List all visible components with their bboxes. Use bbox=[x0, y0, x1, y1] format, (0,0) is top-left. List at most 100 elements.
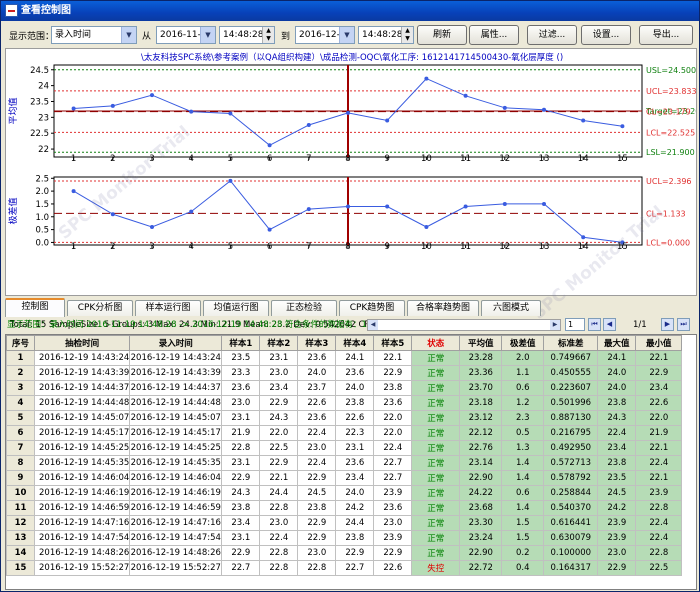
table-cell[interactable]: 22.9 bbox=[335, 545, 375, 561]
table-cell[interactable]: 9 bbox=[6, 470, 35, 486]
table-cell[interactable]: 22.7 bbox=[373, 470, 413, 486]
table-cell[interactable]: 23.30 bbox=[459, 515, 503, 531]
table-cell[interactable]: 24.3 bbox=[597, 410, 637, 426]
table-cell[interactable]: 5 bbox=[6, 410, 35, 426]
table-cell[interactable]: 23.6 bbox=[221, 380, 261, 396]
table-row[interactable]: 14 2016-12-19 14:48:26 2016-12-19 14:48:26… bbox=[6, 545, 683, 561]
table-cell[interactable]: 22.8 bbox=[259, 500, 299, 516]
table-cell[interactable]: 24.22 bbox=[459, 485, 503, 501]
table-cell[interactable]: 23.0 bbox=[597, 545, 637, 561]
properties-button[interactable]: 属性... bbox=[469, 25, 519, 45]
column-header[interactable]: 最大值 bbox=[597, 335, 637, 351]
table-cell[interactable]: 23.8 bbox=[373, 380, 413, 396]
table-cell[interactable]: 23.8 bbox=[597, 395, 637, 411]
table-cell[interactable]: 3 bbox=[6, 380, 35, 396]
export-button[interactable]: 导出... bbox=[639, 25, 693, 45]
table-cell[interactable]: 2016-12-19 14:46:59 bbox=[129, 500, 223, 516]
table-cell[interactable]: 2016-12-19 14:43:24 bbox=[33, 350, 131, 366]
table-cell[interactable]: 23.0 bbox=[297, 440, 337, 456]
table-cell[interactable]: 6 bbox=[6, 425, 35, 441]
table-row[interactable]: 3 2016-12-19 14:44:37 2016-12-19 14:44:37 2… bbox=[6, 380, 683, 396]
table-row[interactable]: 10 2016-12-19 14:46:19 2016-12-19 14:46:19… bbox=[6, 485, 683, 501]
first-page-icon[interactable]: ⏮ bbox=[588, 318, 601, 331]
chevron-down-icon[interactable]: ▼ bbox=[200, 27, 215, 43]
table-cell[interactable]: 2 bbox=[6, 365, 35, 381]
table-cell[interactable]: 正常 bbox=[411, 395, 461, 411]
column-header[interactable]: 抽检时间 bbox=[33, 335, 131, 351]
table-cell[interactable]: 24.0 bbox=[597, 380, 637, 396]
column-header[interactable]: 样本1 bbox=[221, 335, 261, 351]
table-cell[interactable]: 12 bbox=[6, 515, 35, 531]
table-cell[interactable]: 23.9 bbox=[373, 485, 413, 501]
table-cell[interactable]: 2016-12-19 15:52:27 bbox=[33, 560, 131, 576]
table-cell[interactable]: 正常 bbox=[411, 440, 461, 456]
table-cell[interactable]: 24.3 bbox=[259, 410, 299, 426]
table-cell[interactable]: 24.2 bbox=[335, 500, 375, 516]
table-cell[interactable]: 13 bbox=[6, 530, 35, 546]
range-select[interactable]: 录入时间 ▼ bbox=[51, 26, 137, 44]
table-cell[interactable]: 15 bbox=[6, 560, 35, 576]
table-cell[interactable]: 0.164317 bbox=[543, 560, 599, 576]
column-header[interactable]: 样本2 bbox=[259, 335, 299, 351]
column-header[interactable]: 序号 bbox=[6, 335, 35, 351]
table-cell[interactable]: 22.1 bbox=[635, 350, 683, 366]
table-cell[interactable]: 22.0 bbox=[259, 425, 299, 441]
table-cell[interactable]: 23.6 bbox=[297, 350, 337, 366]
table-cell[interactable]: 2016-12-19 14:45:07 bbox=[33, 410, 131, 426]
table-cell[interactable]: 22.90 bbox=[459, 545, 503, 561]
column-header[interactable]: 最小值 bbox=[635, 335, 683, 351]
table-cell[interactable]: 22.0 bbox=[373, 410, 413, 426]
table-cell[interactable]: 11 bbox=[6, 500, 35, 516]
table-row[interactable]: 6 2016-12-19 14:45:17 2016-12-19 14:45:17 2… bbox=[6, 425, 683, 441]
table-cell[interactable]: 22.7 bbox=[373, 455, 413, 471]
table-cell[interactable]: 2016-12-19 14:48:26 bbox=[129, 545, 223, 561]
table-cell[interactable]: 1 bbox=[6, 350, 35, 366]
table-cell[interactable]: 1.4 bbox=[501, 470, 545, 486]
table-cell[interactable]: 2016-12-19 14:46:19 bbox=[33, 485, 131, 501]
table-cell[interactable]: 7 bbox=[6, 440, 35, 456]
table-cell[interactable]: 22.9 bbox=[373, 545, 413, 561]
table-cell[interactable]: 23.1 bbox=[221, 455, 261, 471]
table-cell[interactable]: 正常 bbox=[411, 350, 461, 366]
tab-6[interactable]: CPK趋势图 bbox=[339, 300, 405, 316]
table-cell[interactable]: 22.76 bbox=[459, 440, 503, 456]
table-cell[interactable]: 23.70 bbox=[459, 380, 503, 396]
table-cell[interactable]: 0.2 bbox=[501, 545, 545, 561]
table-row[interactable]: 11 2016-12-19 14:46:59 2016-12-19 14:46:59… bbox=[6, 500, 683, 516]
table-cell[interactable]: 23.1 bbox=[221, 410, 261, 426]
table-cell[interactable]: 2016-12-19 14:47:54 bbox=[33, 530, 131, 546]
table-cell[interactable]: 0.578792 bbox=[543, 470, 599, 486]
table-cell[interactable]: 22.9 bbox=[297, 530, 337, 546]
table-cell[interactable]: 1.3 bbox=[501, 440, 545, 456]
table-cell[interactable]: 23.8 bbox=[221, 500, 261, 516]
from-time-spinner[interactable]: 14:48:28 ▲ ▼ bbox=[219, 26, 275, 44]
table-cell[interactable]: 23.6 bbox=[373, 395, 413, 411]
table-cell[interactable]: 22.6 bbox=[297, 395, 337, 411]
table-cell[interactable]: 2016-12-19 14:45:07 bbox=[129, 410, 223, 426]
table-cell[interactable]: 0.100000 bbox=[543, 545, 599, 561]
table-cell[interactable]: 24.0 bbox=[297, 365, 337, 381]
table-cell[interactable]: 2016-12-19 14:46:04 bbox=[129, 470, 223, 486]
table-cell[interactable]: 0.6 bbox=[501, 485, 545, 501]
control-chart[interactable]: 平均值24.52423.52322.522USL=24.500UCL=23.83… bbox=[6, 49, 696, 315]
table-cell[interactable]: 24.0 bbox=[335, 485, 375, 501]
table-cell[interactable]: 23.4 bbox=[335, 470, 375, 486]
table-cell[interactable]: 1.5 bbox=[501, 515, 545, 531]
table-cell[interactable]: 1.5 bbox=[501, 530, 545, 546]
table-cell[interactable]: 1.1 bbox=[501, 365, 545, 381]
table-cell[interactable]: 23.8 bbox=[297, 500, 337, 516]
table-cell[interactable]: 10 bbox=[6, 485, 35, 501]
table-cell[interactable]: 23.0 bbox=[373, 515, 413, 531]
table-cell[interactable]: 2016-12-19 14:45:25 bbox=[33, 440, 131, 456]
table-cell[interactable]: 2016-12-19 14:44:37 bbox=[129, 380, 223, 396]
table-cell[interactable]: 正常 bbox=[411, 455, 461, 471]
table-cell[interactable]: 23.6 bbox=[335, 455, 375, 471]
table-cell[interactable]: 23.9 bbox=[597, 515, 637, 531]
table-cell[interactable]: 23.0 bbox=[259, 365, 299, 381]
column-header[interactable]: 标准差 bbox=[543, 335, 599, 351]
table-cell[interactable]: 24.2 bbox=[597, 500, 637, 516]
table-cell[interactable]: 正常 bbox=[411, 500, 461, 516]
table-cell[interactable]: 24.5 bbox=[297, 485, 337, 501]
table-cell[interactable]: 4 bbox=[6, 395, 35, 411]
table-cell[interactable]: 正常 bbox=[411, 530, 461, 546]
